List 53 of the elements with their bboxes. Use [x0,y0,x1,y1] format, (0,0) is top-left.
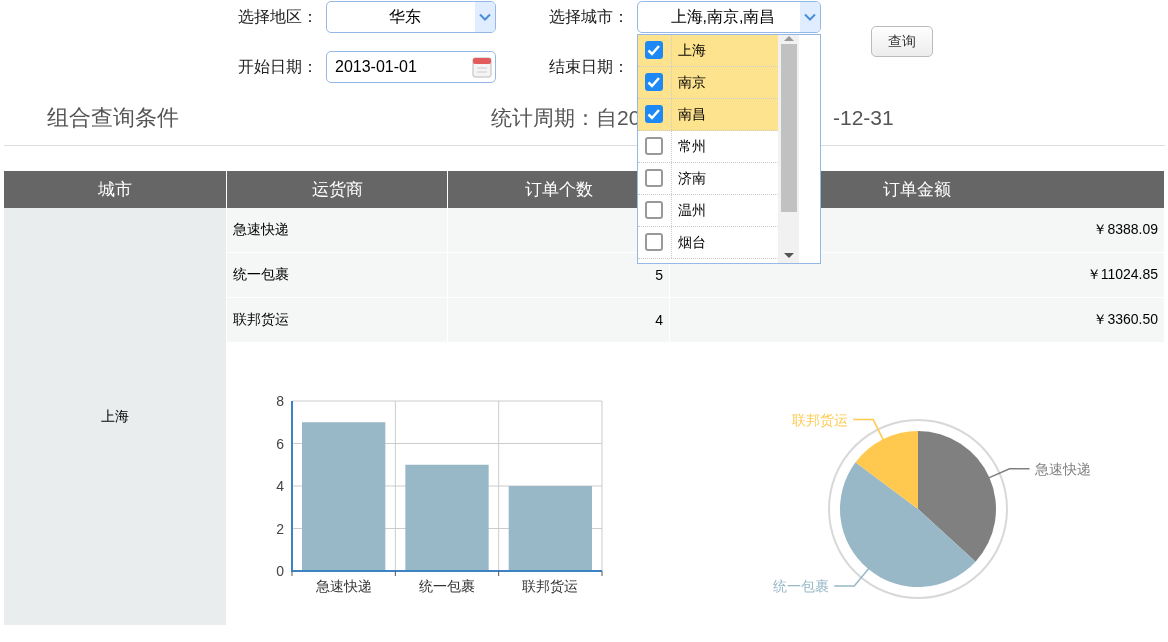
checkbox[interactable] [645,233,663,251]
y-tick-label: 2 [276,520,284,537]
table-cell: 4 [448,298,669,343]
scrollbar[interactable] [778,35,799,263]
slice-label: 急速快递 [1034,460,1091,477]
table-cell: 联邦货运 [227,298,447,343]
field-label: 结束日期： [548,56,630,77]
period-text: -12-31 [833,106,894,130]
dropdown-option[interactable]: 烟台 [638,227,778,259]
calendar-icon[interactable] [472,56,492,78]
dropdown-option[interactable]: 常州 [638,131,778,163]
field-label: 选择城市： [548,6,630,27]
y-tick-label: 8 [276,393,284,409]
column-header: 城市 [4,171,226,208]
dropdown-option[interactable]: 温州 [638,195,778,227]
city-cell: 上海 [4,208,226,625]
leader-line [852,418,885,442]
chevron-down-icon [804,13,816,21]
table-cell: ￥3360.50 [670,298,1164,343]
slice-label: 联邦货运 [792,411,849,428]
dropdown-option[interactable]: 南京 [638,67,778,99]
field-label: 选择地区： [237,6,319,27]
leader-line [833,566,871,587]
checkbox[interactable] [645,201,663,219]
table-cell: ￥11024.85 [670,253,1164,298]
y-tick-label: 6 [276,435,284,452]
column-header: 运货商 [227,171,447,208]
leader-line [986,467,1031,480]
table-cell: 急速快递 [227,208,447,253]
region-select[interactable]: 华东 [326,1,496,33]
checkbox[interactable] [645,105,663,123]
table-cell: 统一包裹 [227,253,447,298]
x-tick-label: 急速快递 [315,578,372,594]
chevron-down-icon [479,13,491,21]
x-tick-label: 统一包裹 [419,578,475,594]
dropdown-option[interactable]: 南昌 [638,99,778,131]
checkbox[interactable] [645,169,663,187]
query-button[interactable]: 查询 [871,26,933,57]
slice-label: 统一包裹 [773,578,830,595]
dropdown-option[interactable]: 济南 [638,163,778,195]
dropdown-option[interactable]: 上海 [638,35,778,67]
triangle-down-icon[interactable] [783,253,794,259]
checkbox[interactable] [645,73,663,91]
table-cell: 5 [448,253,669,298]
y-tick-label: 4 [276,478,284,494]
triangle-up-icon[interactable] [783,35,794,41]
checkbox[interactable] [645,137,663,155]
x-tick-label: 联邦货运 [522,578,579,594]
field-label: 开始日期： [237,56,319,77]
start-date-field[interactable]: 2013-01-01 [326,51,496,83]
checkbox[interactable] [645,41,663,59]
y-tick-label: 0 [276,563,284,579]
section-title: 组合查询条件 [47,104,180,132]
